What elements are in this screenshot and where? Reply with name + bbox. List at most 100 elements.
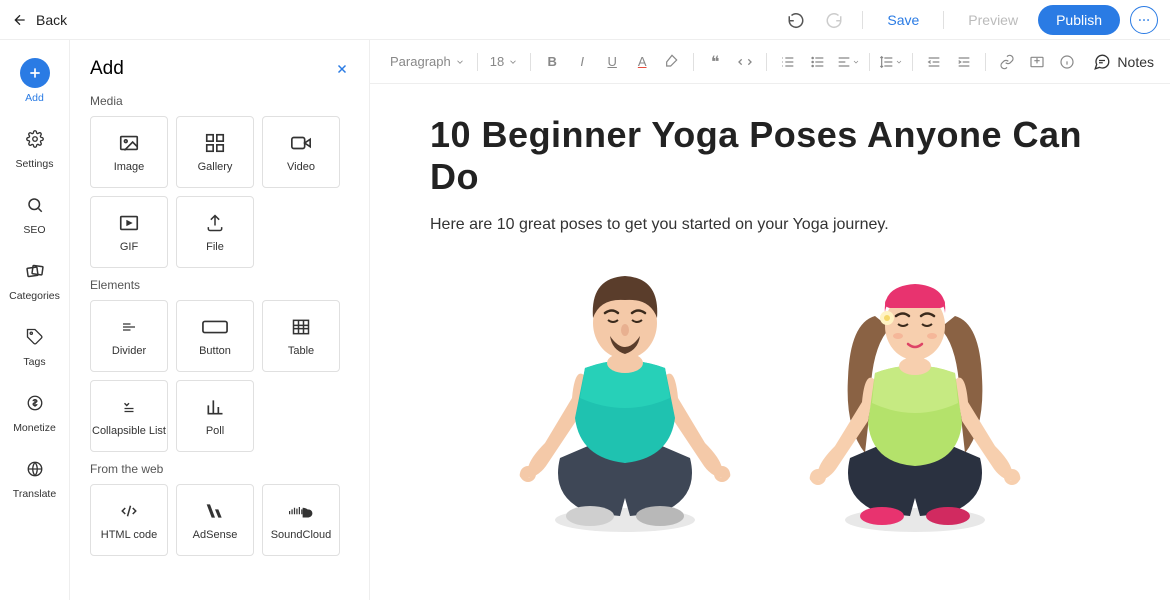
back-button[interactable]: Back — [12, 12, 67, 28]
code-icon — [737, 54, 753, 70]
rail-item-add[interactable]: Add — [0, 54, 69, 108]
lineheight-button[interactable] — [878, 49, 904, 75]
notes-button[interactable]: Notes — [1093, 53, 1154, 71]
divider-icon — [118, 315, 140, 339]
card-html[interactable]: HTML code — [90, 484, 168, 556]
indent-button[interactable] — [951, 49, 977, 75]
card-table[interactable]: Table — [262, 300, 340, 372]
ordered-list-icon — [780, 54, 796, 70]
preview-button[interactable]: Preview — [958, 6, 1028, 34]
help-button[interactable] — [1054, 49, 1080, 75]
quote-button[interactable]: ❝ — [702, 49, 728, 75]
more-button[interactable] — [1130, 6, 1158, 34]
card-poll[interactable]: Poll — [176, 380, 254, 452]
card-soundcloud[interactable]: SoundCloud — [262, 484, 340, 556]
separator — [943, 11, 944, 29]
post-intro[interactable]: Here are 10 great poses to get you start… — [430, 216, 1110, 234]
paragraph-label: Paragraph — [390, 54, 451, 69]
fontsize-select[interactable]: 18 — [486, 54, 522, 69]
card-divider[interactable]: Divider — [90, 300, 168, 372]
editor-toolbar: Paragraph 18 B I U A ❝ — [370, 40, 1170, 84]
separator — [912, 53, 913, 71]
dots-icon — [1137, 13, 1151, 27]
button-icon — [202, 315, 228, 339]
file-upload-icon — [205, 211, 225, 235]
yoga-woman-icon — [790, 258, 1040, 538]
publish-button[interactable]: Publish — [1038, 5, 1120, 35]
separator — [766, 53, 767, 71]
card-file[interactable]: File — [176, 196, 254, 268]
rail-label: Translate — [13, 488, 56, 500]
add-panel: Add Media Image Gallery Video GIF — [70, 40, 370, 600]
ordered-list-button[interactable] — [775, 49, 801, 75]
yoga-man-icon — [500, 258, 750, 538]
section-label-elements: Elements — [90, 278, 349, 292]
underline-button[interactable]: U — [599, 49, 625, 75]
align-button[interactable] — [835, 49, 861, 75]
gallery-icon — [204, 131, 226, 155]
tag-icon — [20, 322, 50, 352]
card-image[interactable]: Image — [90, 116, 168, 188]
card-label: SoundCloud — [271, 529, 332, 541]
plus-icon — [20, 58, 50, 88]
code-button[interactable] — [732, 49, 758, 75]
insert-image-button[interactable] — [1024, 49, 1050, 75]
dollar-icon — [20, 388, 50, 418]
separator — [862, 11, 863, 29]
undo-button[interactable] — [782, 6, 810, 34]
link-button[interactable] — [994, 49, 1020, 75]
video-icon — [289, 131, 313, 155]
card-gallery[interactable]: Gallery — [176, 116, 254, 188]
card-collapsible[interactable]: Collapsible List — [90, 380, 168, 452]
section-label-media: Media — [90, 94, 349, 108]
rail-item-tags[interactable]: Tags — [0, 318, 69, 372]
textcolor-button[interactable]: A — [629, 49, 655, 75]
bold-button[interactable]: B — [539, 49, 565, 75]
rail-item-monetize[interactable]: Monetize — [0, 384, 69, 438]
chevron-down-icon — [508, 57, 518, 67]
chevron-down-icon — [455, 57, 465, 67]
separator — [693, 53, 694, 71]
rail-label: Tags — [23, 356, 45, 368]
card-label: AdSense — [193, 529, 238, 541]
redo-button[interactable] — [820, 6, 848, 34]
globe-icon — [20, 454, 50, 484]
card-button[interactable]: Button — [176, 300, 254, 372]
cards-icon — [20, 256, 50, 286]
arrow-left-icon — [12, 12, 28, 28]
rail-item-translate[interactable]: Translate — [0, 450, 69, 504]
save-button[interactable]: Save — [877, 6, 929, 34]
outdent-button[interactable] — [921, 49, 947, 75]
image-icon — [118, 131, 140, 155]
paragraph-select[interactable]: Paragraph — [386, 54, 469, 69]
bullet-list-button[interactable] — [805, 49, 831, 75]
highlight-button[interactable] — [659, 49, 685, 75]
rail-label: Add — [25, 92, 44, 104]
card-label: File — [206, 241, 224, 253]
info-icon — [1059, 54, 1075, 70]
adsense-icon — [205, 499, 225, 523]
editor: Paragraph 18 B I U A ❝ — [370, 40, 1170, 600]
close-panel-button[interactable] — [335, 62, 349, 76]
fontsize-label: 18 — [490, 54, 504, 69]
rail-item-categories[interactable]: Categories — [0, 252, 69, 306]
align-icon — [836, 54, 852, 70]
indent-icon — [956, 54, 972, 70]
document[interactable]: 10 Beginner Yoga Poses Anyone Can Do Her… — [370, 84, 1170, 600]
card-adsense[interactable]: AdSense — [176, 484, 254, 556]
post-title[interactable]: 10 Beginner Yoga Poses Anyone Can Do — [430, 114, 1110, 198]
collapsible-icon — [118, 395, 140, 419]
undo-icon — [787, 11, 805, 29]
notes-label: Notes — [1117, 54, 1154, 70]
card-gif[interactable]: GIF — [90, 196, 168, 268]
quote-icon: ❝ — [711, 52, 720, 72]
gif-icon — [118, 211, 140, 235]
redo-icon — [825, 11, 843, 29]
rail-item-seo[interactable]: SEO — [0, 186, 69, 240]
rail-label: Monetize — [13, 422, 56, 434]
rail-item-settings[interactable]: Settings — [0, 120, 69, 174]
yoga-illustration — [430, 258, 1110, 538]
italic-button[interactable]: I — [569, 49, 595, 75]
card-video[interactable]: Video — [262, 116, 340, 188]
card-label: HTML code — [101, 529, 157, 541]
